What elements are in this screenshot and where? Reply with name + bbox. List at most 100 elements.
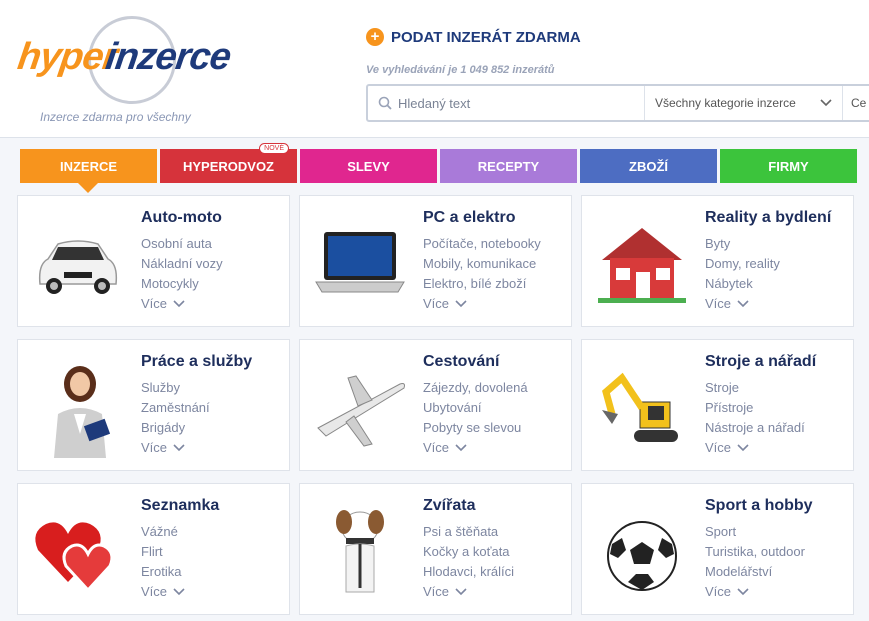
category-links: Služby Zaměstnání Brigády Více	[141, 378, 210, 458]
hearts-icon	[28, 502, 128, 602]
category-link[interactable]: Modelářství	[705, 562, 805, 582]
airplane-icon	[310, 358, 410, 458]
category-link[interactable]: Přístroje	[705, 398, 805, 418]
category-card-reality: Reality a bydlení Byty Domy, reality Náb…	[581, 195, 854, 327]
category-link[interactable]: Mobily, komunikace	[423, 254, 541, 274]
tab-label: HYPERODVOZ	[182, 158, 274, 174]
more-link[interactable]: Více	[423, 294, 541, 314]
search-icon	[368, 86, 392, 120]
price-select[interactable]: Ce	[842, 86, 869, 120]
businesswoman-icon	[28, 358, 128, 458]
tab-recepty[interactable]: RECEPTY	[440, 149, 577, 183]
category-link[interactable]: Flirt	[141, 542, 185, 562]
category-links: Stroje Přístroje Nástroje a nářadí Více	[705, 378, 805, 458]
category-link[interactable]: Erotika	[141, 562, 185, 582]
category-link[interactable]: Vážné	[141, 522, 185, 542]
tab-label: SLEVY	[347, 158, 390, 174]
car-icon	[28, 214, 128, 314]
search-input[interactable]	[392, 86, 644, 120]
category-link[interactable]: Nástroje a nářadí	[705, 418, 805, 438]
category-link[interactable]: Brigády	[141, 418, 210, 438]
more-label: Více	[423, 584, 450, 599]
category-title[interactable]: Auto-moto	[141, 209, 222, 227]
more-link[interactable]: Více	[141, 438, 210, 458]
tab-zbozi[interactable]: ZBOŽÍ	[580, 149, 717, 183]
category-links: Psi a štěňata Kočky a koťata Hlodavci, k…	[423, 522, 514, 602]
category-links: Sport Turistika, outdoor Modelářství Víc…	[705, 522, 805, 602]
logo-tagline: Inzerce zdarma pro všechny	[40, 110, 191, 124]
tab-slevy[interactable]: SLEVY	[300, 149, 437, 183]
category-title[interactable]: Seznamka	[141, 497, 219, 515]
chevron-down-icon	[173, 588, 185, 596]
category-link[interactable]: Pobyty se slevou	[423, 418, 528, 438]
tab-firmy[interactable]: FIRMY	[720, 149, 857, 183]
price-select-value: Ce	[851, 96, 867, 110]
more-label: Více	[705, 296, 732, 311]
more-link[interactable]: Více	[423, 438, 528, 458]
category-card-cestovani: Cestování Zájezdy, dovolená Ubytování Po…	[299, 339, 572, 471]
category-link[interactable]: Kočky a koťata	[423, 542, 514, 562]
category-link[interactable]: Ubytování	[423, 398, 528, 418]
category-link[interactable]: Hlodavci, králíci	[423, 562, 514, 582]
more-label: Více	[705, 584, 732, 599]
category-links: Zájezdy, dovolená Ubytování Pobyty se sl…	[423, 378, 528, 458]
tab-label: ZBOŽÍ	[629, 158, 668, 174]
site-header: hyper inzerce Inzerce zdarma pro všechny…	[0, 0, 869, 138]
chevron-down-icon	[737, 588, 749, 596]
category-select[interactable]: Všechny kategorie inzerce	[644, 86, 842, 120]
tab-label: FIRMY	[768, 158, 809, 174]
plus-icon: +	[366, 28, 384, 46]
category-title[interactable]: PC a elektro	[423, 209, 515, 227]
excavator-icon	[592, 358, 692, 458]
category-card-auto-moto: Auto-moto Osobní auta Nákladní vozy Moto…	[17, 195, 290, 327]
tab-label: INZERCE	[59, 158, 118, 174]
site-logo[interactable]: hyper inzerce Inzerce zdarma pro všechny	[14, 12, 234, 132]
category-link[interactable]: Nábytek	[705, 274, 780, 294]
tab-label: RECEPTY	[477, 158, 540, 174]
category-link[interactable]: Zaměstnání	[141, 398, 210, 418]
more-link[interactable]: Více	[705, 582, 805, 602]
category-link[interactable]: Motocykly	[141, 274, 223, 294]
tab-hyperodvoz[interactable]: HYPERODVOZ NOVÉ	[160, 143, 297, 183]
category-link[interactable]: Zájezdy, dovolená	[423, 378, 528, 398]
category-link[interactable]: Elektro, bílé zboží	[423, 274, 541, 294]
more-link[interactable]: Více	[705, 294, 780, 314]
category-link[interactable]: Služby	[141, 378, 210, 398]
category-card-pc-elektro: PC a elektro Počítače, notebooky Mobily,…	[299, 195, 572, 327]
category-link[interactable]: Počítače, notebooky	[423, 234, 541, 254]
category-title[interactable]: Cestování	[423, 353, 499, 371]
category-select-value: Všechny kategorie inzerce	[655, 96, 796, 110]
category-title[interactable]: Stroje a nářadí	[705, 353, 816, 371]
category-title[interactable]: Sport a hobby	[705, 497, 813, 515]
more-label: Více	[423, 296, 450, 311]
more-link[interactable]: Více	[705, 438, 805, 458]
post-ad-label: PODAT INZERÁT ZDARMA	[391, 28, 581, 46]
post-ad-link[interactable]: + PODAT INZERÁT ZDARMA	[366, 28, 581, 46]
search-bar: Všechny kategorie inzerce Ce	[366, 84, 869, 122]
chevron-down-icon	[455, 300, 467, 308]
category-title[interactable]: Práce a služby	[141, 353, 252, 371]
category-links: Vážné Flirt Erotika Více	[141, 522, 185, 602]
category-link[interactable]: Psi a štěňata	[423, 522, 514, 542]
category-links: Osobní auta Nákladní vozy Motocykly Více	[141, 234, 223, 314]
tab-inzerce[interactable]: INZERCE	[20, 149, 157, 193]
more-link[interactable]: Více	[141, 582, 185, 602]
category-link[interactable]: Byty	[705, 234, 780, 254]
more-link[interactable]: Více	[141, 294, 223, 314]
more-label: Více	[141, 296, 168, 311]
category-link[interactable]: Nákladní vozy	[141, 254, 223, 274]
category-title[interactable]: Zvířata	[423, 497, 475, 515]
chevron-down-icon	[455, 444, 467, 452]
chevron-down-icon	[455, 588, 467, 596]
category-card-sport: Sport a hobby Sport Turistika, outdoor M…	[581, 483, 854, 615]
category-link[interactable]: Turistika, outdoor	[705, 542, 805, 562]
listing-count: Ve vyhledávání je 1 049 852 inzerátů	[366, 64, 555, 76]
more-link[interactable]: Více	[423, 582, 514, 602]
category-link[interactable]: Domy, reality	[705, 254, 780, 274]
category-link[interactable]: Stroje	[705, 378, 805, 398]
category-link[interactable]: Osobní auta	[141, 234, 223, 254]
more-label: Více	[141, 440, 168, 455]
category-title[interactable]: Reality a bydlení	[705, 209, 831, 227]
category-link[interactable]: Sport	[705, 522, 805, 542]
new-badge: NOVÉ	[259, 143, 289, 154]
